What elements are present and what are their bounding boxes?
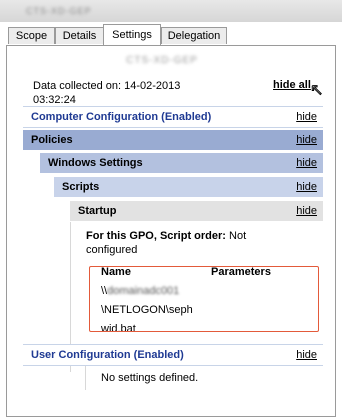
mouse-cursor-icon: ↖ [309,82,324,99]
policies-header: Policies hide [23,130,323,150]
user-configuration-hide-link[interactable]: hide [296,345,317,365]
tab-settings-label: Settings [112,29,152,41]
script-order-text: For this GPO, Script order: Not configur… [86,229,286,257]
startup-hide-link[interactable]: hide [296,201,317,221]
scripts-label: Scripts [62,181,100,193]
tab-scope-label: Scope [15,30,48,42]
policies-hide-link[interactable]: hide [296,130,317,150]
script-order-label: For this GPO, Script order: [86,230,226,242]
tab-scope[interactable]: Scope [8,27,55,44]
data-collected-text: Data collected on: 14-02-2013 03:32:24 [33,80,181,106]
gpo-name: CTS-XD-GEP [126,55,198,66]
user-configuration-label: User Configuration (Enabled) [31,349,184,361]
settings-report: CTS-XD-GEP Data collected on: 14-02-2013… [23,46,327,416]
no-settings-text: No settings defined. [101,372,199,384]
tab-delegation-label: Delegation [167,30,221,42]
computer-configuration-hide-link[interactable]: hide [296,107,317,127]
scripts-header: Scripts hide [54,177,323,197]
tab-settings[interactable]: Settings [103,24,161,45]
computer-configuration-label: Computer Configuration (Enabled) [31,111,212,123]
startup-header: Startup hide [70,201,323,221]
windows-settings-label: Windows Settings [48,157,143,169]
tab-details-label: Details [62,30,97,42]
policies-label: Policies [31,134,73,146]
computer-configuration-header: Computer Configuration (Enabled) hide [23,106,323,128]
window-titlebar: CTS-XD-GEP [0,0,342,22]
user-configuration-header: User Configuration (Enabled) hide [23,344,323,366]
scripts-hide-link[interactable]: hide [296,177,317,197]
windows-settings-hide-link[interactable]: hide [296,153,317,173]
settings-panel[interactable]: CTS-XD-GEP Data collected on: 14-02-2013… [6,45,336,417]
startup-label: Startup [78,205,117,217]
hide-all-link[interactable]: hide all [273,79,311,91]
windows-settings-header: Windows Settings hide [40,153,323,173]
window-title: CTS-XD-GEP [26,6,92,16]
tab-delegation[interactable]: Delegation [161,27,227,44]
highlight-box [89,266,319,332]
tab-details[interactable]: Details [55,27,104,44]
